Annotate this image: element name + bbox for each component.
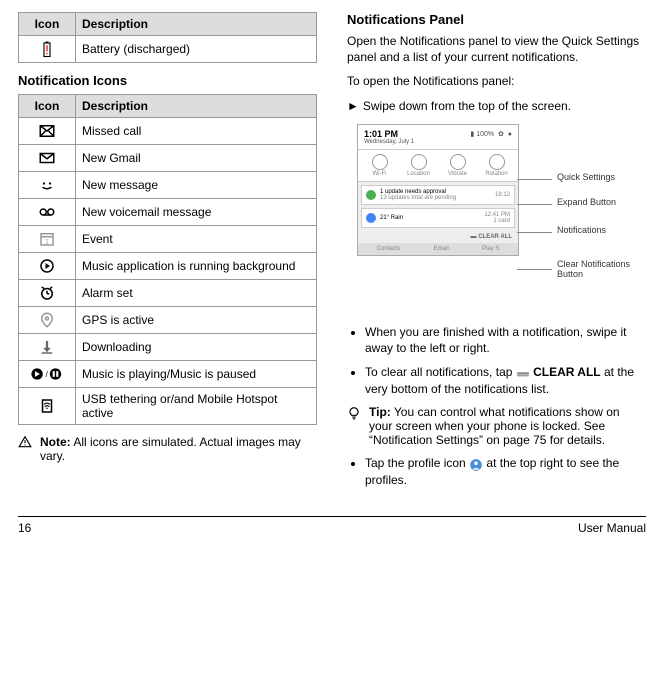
callout-notifications: Notifications <box>557 225 606 235</box>
note-text: All icons are simulated. Actual images m… <box>40 435 301 463</box>
table-row: GPS is active <box>19 307 317 334</box>
new-message-icon <box>19 172 76 199</box>
new-gmail-icon <box>19 145 76 172</box>
cell-desc: Missed call <box>76 118 317 145</box>
notification-icons-heading: Notification Icons <box>18 73 317 88</box>
page-number: 16 <box>18 521 31 535</box>
footer-label: User Manual <box>578 521 646 535</box>
downloading-icon <box>19 334 76 361</box>
notification-icons-table: Icon Description Missed call New Gmail N… <box>18 94 317 425</box>
note-block: Note: All icons are simulated. Actual im… <box>18 435 317 463</box>
bullet-item: When you are finished with a notificatio… <box>365 324 646 356</box>
missed-call-icon <box>19 118 76 145</box>
table-row: Downloading <box>19 334 317 361</box>
alarm-set-icon <box>19 280 76 307</box>
event-icon: 1 <box>19 226 76 253</box>
battery-discharged-icon <box>19 36 76 63</box>
cell-desc: New message <box>76 172 317 199</box>
callout-expand-button: Expand Button <box>557 197 616 207</box>
tip-label: Tip: <box>369 405 391 419</box>
music-running-icon <box>19 253 76 280</box>
table-row: Missed call <box>19 118 317 145</box>
notifications-panel-heading: Notifications Panel <box>347 12 646 27</box>
paragraph: Open the Notifications panel to view the… <box>347 33 646 65</box>
table-row: New message <box>19 172 317 199</box>
bullet-item: To clear all notifications, tap CLEAR AL… <box>365 364 646 397</box>
figure-date: Wednesday, July 1 <box>364 139 512 145</box>
warning-triangle-icon <box>18 435 32 452</box>
svg-text:1: 1 <box>45 239 49 246</box>
callout-clear-notifications: Clear Notifications Button <box>557 259 637 279</box>
table-row: Alarm set <box>19 280 317 307</box>
table-row: Battery (discharged) <box>19 36 317 63</box>
cell-desc: Downloading <box>76 334 317 361</box>
cell-desc: GPS is active <box>76 307 317 334</box>
cell-desc: Music is playing/Music is paused <box>76 361 317 388</box>
battery-discharged-table: Icon Description Battery (discharged) <box>18 12 317 63</box>
lightbulb-icon <box>347 405 361 424</box>
table-row: USB tethering or/and Mobile Hotspot acti… <box>19 388 317 425</box>
table-row: 1 Event <box>19 226 317 253</box>
notifications-panel-figure: 1:01 PM Wednesday, July 1 ▮ 100% ✿ ● Wi-… <box>357 124 637 314</box>
table-row: New Gmail <box>19 145 317 172</box>
step-item: ►Swipe down from the top of the screen. <box>347 98 646 114</box>
profile-icon <box>469 456 483 472</box>
cell-desc: USB tethering or/and Mobile Hotspot acti… <box>76 388 317 425</box>
cell-desc: New Gmail <box>76 145 317 172</box>
arrow-right-icon: ► <box>347 99 359 113</box>
tip-block: Tip: You can control what notifications … <box>347 405 646 447</box>
battery-discharged-desc: Battery (discharged) <box>76 36 317 63</box>
clear-all-bar-icon <box>516 365 530 381</box>
paragraph: To open the Notifications panel: <box>347 73 646 89</box>
callout-quick-settings: Quick Settings <box>557 172 615 182</box>
svg-text:/: / <box>46 370 49 379</box>
table-row: New voicemail message <box>19 199 317 226</box>
bullet-item: Tap the profile icon at the top right to… <box>365 455 646 488</box>
clear-all-label: CLEAR ALL <box>530 365 601 379</box>
gps-active-icon <box>19 307 76 334</box>
col-header-description: Description <box>76 13 317 36</box>
cell-desc: Alarm set <box>76 280 317 307</box>
cell-desc: Music application is running background <box>76 253 317 280</box>
page-footer: 16 User Manual <box>18 516 646 535</box>
tip-text: You can control what notifications show … <box>369 405 620 447</box>
cell-desc: Event <box>76 226 317 253</box>
col-header-icon: Icon <box>19 95 76 118</box>
col-header-icon: Icon <box>19 13 76 36</box>
music-play-pause-icon: / <box>19 361 76 388</box>
table-row: Music application is running background <box>19 253 317 280</box>
note-label: Note: <box>40 435 71 449</box>
cell-desc: New voicemail message <box>76 199 317 226</box>
usb-tethering-icon <box>19 388 76 425</box>
col-header-description: Description <box>76 95 317 118</box>
new-voicemail-icon <box>19 199 76 226</box>
table-row: / Music is playing/Music is paused <box>19 361 317 388</box>
